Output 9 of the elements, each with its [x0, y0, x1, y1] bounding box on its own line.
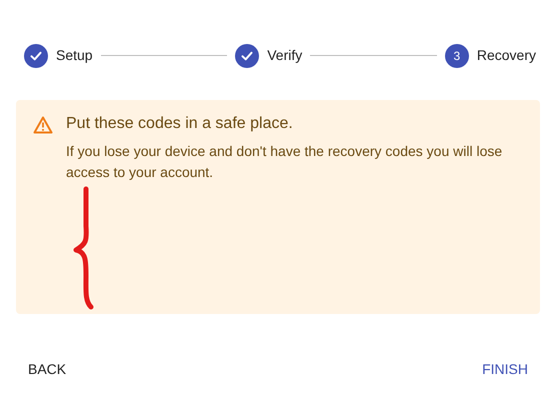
alert-message: If you lose your device and don't have the recovery codes you will lose access to your account.	[66, 142, 504, 182]
step-number: 3	[444, 44, 469, 68]
step-label: Recovery	[476, 46, 536, 65]
step-label: Verify	[267, 46, 302, 65]
back-button[interactable]: BACK	[16, 351, 78, 388]
alert-title: Put these codes in a safe place.	[66, 114, 294, 134]
step-label: Setup	[56, 46, 93, 65]
finish-button[interactable]: FINISH	[470, 351, 540, 388]
warning-icon	[33, 116, 53, 134]
